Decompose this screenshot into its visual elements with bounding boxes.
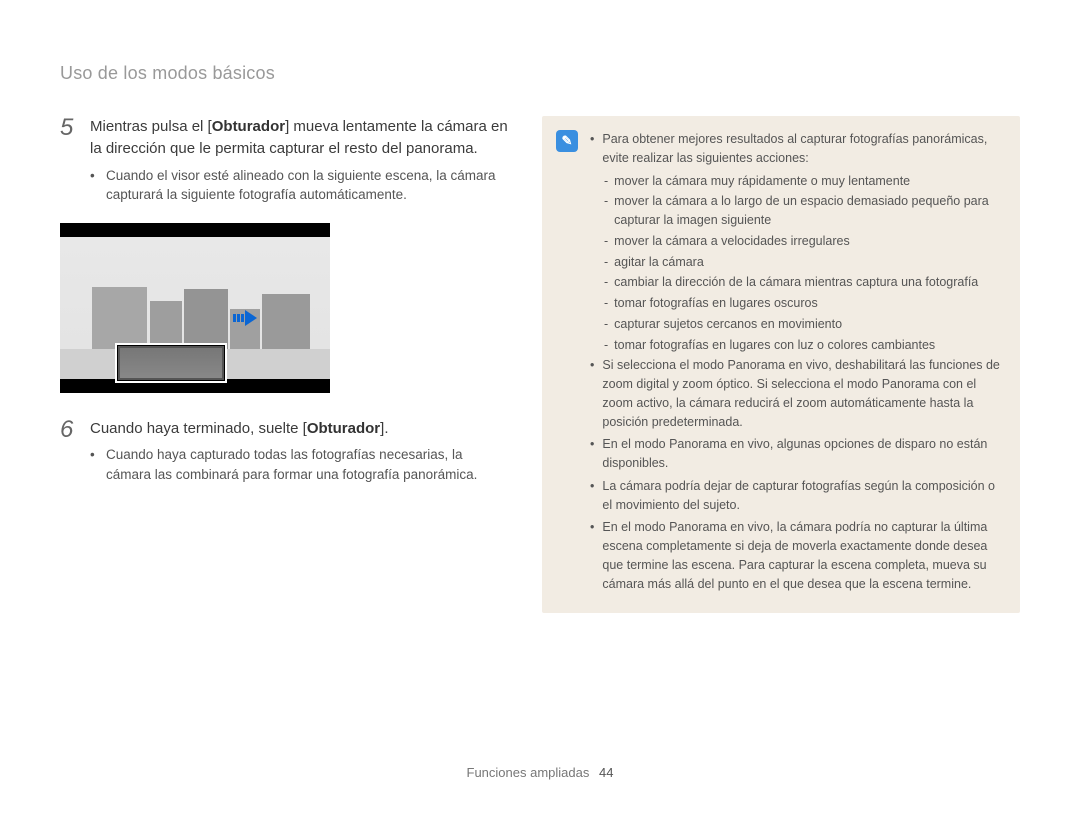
- tips-dash: -agitar la cámara: [604, 253, 1002, 272]
- step-text-pre: Mientras pulsa el [: [90, 118, 212, 135]
- tips-dash: -mover la cámara muy rápidamente o muy l…: [604, 172, 1002, 191]
- step-body: Mientras pulsa el [Obturador] mueva lent…: [90, 116, 510, 205]
- sky-area: [60, 237, 330, 349]
- step-5: 5 Mientras pulsa el [Obturador] mueva le…: [60, 116, 510, 205]
- bullet-text: En el modo Panorama en vivo, algunas opc…: [602, 435, 1002, 473]
- bullet-dot: •: [590, 356, 594, 431]
- step-number: 5: [60, 116, 80, 205]
- dash: -: [604, 172, 608, 191]
- bullet-text: En el modo Panorama en vivo, la cámara p…: [602, 518, 1002, 593]
- tips-bullet: •En el modo Panorama en vivo, algunas op…: [590, 435, 1002, 473]
- step-6: 6 Cuando haya terminado, suelte [Obturad…: [60, 418, 510, 485]
- step-text-post: ].: [380, 420, 388, 437]
- note-icon: ✎: [556, 130, 578, 152]
- tips-bullet: •Si selecciona el modo Panorama en vivo,…: [590, 356, 1002, 431]
- building-shape: [184, 289, 228, 349]
- right-column: ✎ • Para obtener mejores resultados al c…: [542, 116, 1020, 613]
- tips-bullet: •La cámara podría dejar de capturar foto…: [590, 477, 1002, 515]
- captured-segment-thumb: [120, 348, 222, 378]
- dash-text: tomar fotografías en lugares oscuros: [614, 294, 818, 313]
- step-text-bold: Obturador: [307, 420, 380, 437]
- building-shape: [262, 294, 310, 349]
- dash-text: agitar la cámara: [614, 253, 704, 272]
- direction-arrow-icon: [233, 308, 257, 328]
- panorama-preview-figure: [60, 223, 330, 393]
- bullet-dot: •: [90, 445, 98, 484]
- dash-text: tomar fotografías en lugares con luz o c…: [614, 336, 935, 355]
- bullet-dot: •: [90, 166, 98, 205]
- bullet-dot: •: [590, 435, 594, 473]
- manual-page: Uso de los modos básicos 5 Mientras puls…: [0, 0, 1080, 815]
- bullet-dot: •: [590, 477, 594, 515]
- tips-dash: -mover la cámara a lo largo de un espaci…: [604, 192, 1002, 230]
- tips-dash: -tomar fotografías en lugares con luz o …: [604, 336, 1002, 355]
- dash-text: mover la cámara muy rápidamente o muy le…: [614, 172, 910, 191]
- tips-dash: -mover la cámara a velocidades irregular…: [604, 232, 1002, 251]
- dash: -: [604, 192, 608, 230]
- tips-bullet: •En el modo Panorama en vivo, la cámara …: [590, 518, 1002, 593]
- bullet-text: Si selecciona el modo Panorama en vivo, …: [602, 356, 1002, 431]
- footer-section: Funciones ampliadas: [467, 765, 590, 780]
- content-columns: 5 Mientras pulsa el [Obturador] mueva le…: [60, 116, 1020, 613]
- tips-dash: -capturar sujetos cercanos en movimiento: [604, 315, 1002, 334]
- step-title: Mientras pulsa el [Obturador] mueva lent…: [90, 116, 510, 160]
- bullet-dot: •: [590, 518, 594, 593]
- step-body: Cuando haya terminado, suelte [Obturador…: [90, 418, 510, 485]
- dash-text: mover la cámara a lo largo de un espacio…: [614, 192, 1002, 230]
- dash: -: [604, 273, 608, 292]
- tips-box: ✎ • Para obtener mejores resultados al c…: [542, 116, 1020, 613]
- step-sub-text: Cuando haya capturado todas las fotograf…: [106, 445, 510, 484]
- dash-text: capturar sujetos cercanos en movimiento: [614, 315, 842, 334]
- dash: -: [604, 336, 608, 355]
- tips-bullet: • Para obtener mejores resultados al cap…: [590, 130, 1002, 168]
- step-number: 6: [60, 418, 80, 485]
- page-number: 44: [599, 765, 613, 780]
- dash: -: [604, 294, 608, 313]
- building-shape: [150, 301, 182, 349]
- dash: -: [604, 253, 608, 272]
- step-sub-text: Cuando el visor esté alineado con la sig…: [106, 166, 510, 205]
- tips-dash: -tomar fotografías en lugares oscuros: [604, 294, 1002, 313]
- bullet-text: La cámara podría dejar de capturar fotog…: [602, 477, 1002, 515]
- step-text-bold: Obturador: [212, 118, 285, 135]
- step-title: Cuando haya terminado, suelte [Obturador…: [90, 418, 510, 440]
- dash: -: [604, 315, 608, 334]
- bullet-dot: •: [590, 130, 594, 168]
- dash-text: cambiar la dirección de la cámara mientr…: [614, 273, 978, 292]
- page-footer: Funciones ampliadas 44: [0, 764, 1080, 783]
- breadcrumb: Uso de los modos básicos: [60, 60, 1020, 86]
- dash-text: mover la cámara a velocidades irregulare…: [614, 232, 850, 251]
- building-shape: [92, 287, 147, 349]
- tips-content: • Para obtener mejores resultados al cap…: [590, 130, 1002, 597]
- step-sub-bullet: • Cuando haya capturado todas las fotogr…: [90, 445, 510, 484]
- left-column: 5 Mientras pulsa el [Obturador] mueva le…: [60, 116, 510, 503]
- tips-dash: -cambiar la dirección de la cámara mient…: [604, 273, 1002, 292]
- step-sub-bullet: • Cuando el visor esté alineado con la s…: [90, 166, 510, 205]
- captured-segment-frame: [115, 343, 227, 383]
- step-text-pre: Cuando haya terminado, suelte [: [90, 420, 307, 437]
- tips-intro-text: Para obtener mejores resultados al captu…: [602, 130, 1002, 168]
- dash: -: [604, 232, 608, 251]
